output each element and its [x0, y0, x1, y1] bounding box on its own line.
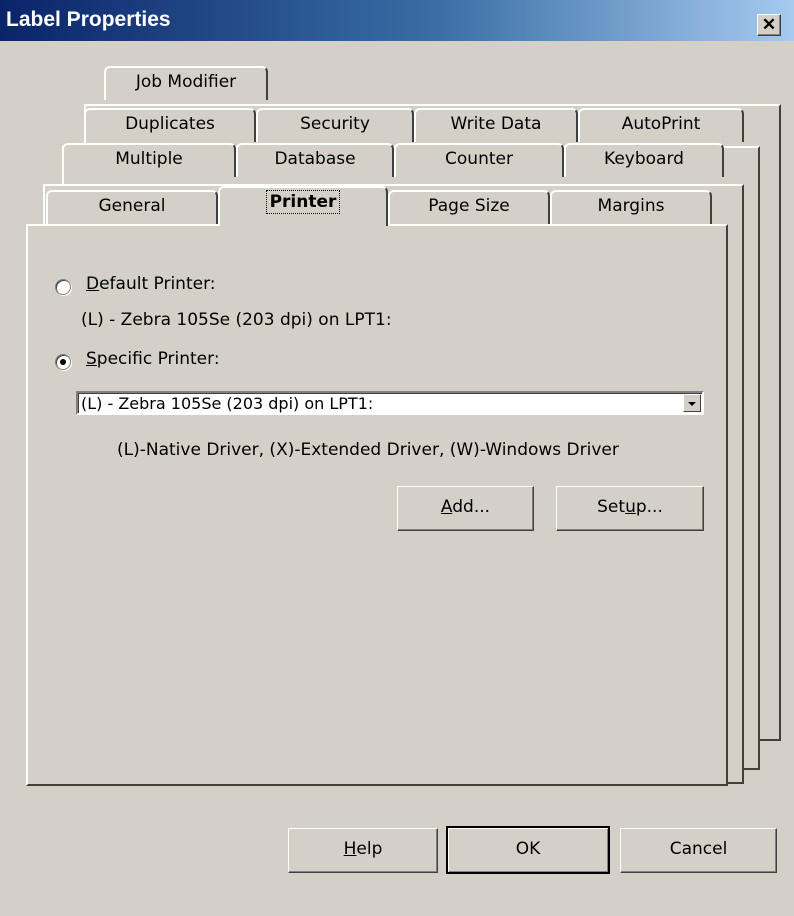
tab-counter[interactable]: Counter — [394, 143, 564, 177]
tab-duplicates[interactable]: Duplicates — [84, 108, 256, 142]
tab-printer[interactable]: Printer — [218, 186, 388, 226]
tab-keyboard[interactable]: Keyboard — [564, 143, 724, 177]
tab-multiple[interactable]: Multiple — [62, 143, 236, 177]
close-icon: ✕ — [761, 15, 777, 34]
tab-page-size[interactable]: Page Size — [388, 190, 550, 224]
tab-general[interactable]: General — [46, 190, 218, 224]
tab-autoprint[interactable]: AutoPrint — [578, 108, 744, 142]
cancel-button[interactable]: Cancel — [620, 828, 777, 873]
window-title: Label Properties — [6, 8, 171, 31]
ok-button[interactable]: OK — [446, 826, 610, 874]
tab-margins[interactable]: Margins — [550, 190, 712, 224]
tab-security[interactable]: Security — [256, 108, 414, 142]
title-bar: Label Properties ✕ — [0, 0, 794, 41]
help-button[interactable]: Help — [288, 828, 438, 873]
tab-page-printer — [26, 224, 728, 786]
tab-write-data[interactable]: Write Data — [414, 108, 578, 142]
tab-job-modifier[interactable]: Job Modifier — [104, 66, 268, 100]
close-button[interactable]: ✕ — [757, 14, 781, 36]
tab-database[interactable]: Database — [236, 143, 394, 177]
